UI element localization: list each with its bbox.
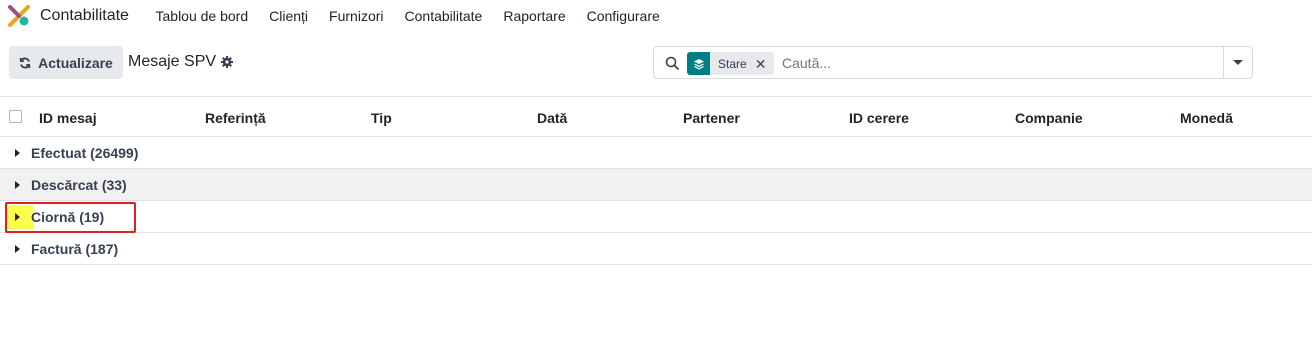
caret-right-icon bbox=[15, 149, 20, 157]
menu-item-configuration[interactable]: Configurare bbox=[576, 0, 670, 32]
search-bar: Stare ✕ bbox=[653, 46, 1253, 79]
group-row-draft[interactable]: Ciornă (19) bbox=[0, 201, 1312, 233]
group-row-downloaded[interactable]: Descărcat (33) bbox=[0, 169, 1312, 201]
group-label: Efectuat (26499) bbox=[31, 145, 139, 161]
layers-icon bbox=[687, 52, 710, 75]
caret-right-icon bbox=[15, 181, 20, 189]
menu-item-accounting[interactable]: Contabilitate bbox=[394, 0, 493, 32]
menu-item-dashboard[interactable]: Tablou de bord bbox=[145, 0, 259, 32]
column-header-date[interactable]: Dată bbox=[537, 110, 567, 126]
column-header-message-id[interactable]: ID mesaj bbox=[39, 110, 97, 126]
menu-item-vendors[interactable]: Furnizori bbox=[319, 0, 394, 32]
menu-item-reporting[interactable]: Raportare bbox=[493, 0, 576, 32]
column-header-reference[interactable]: Referință bbox=[205, 110, 266, 126]
control-panel: Actualizare Mesaje SPV Stare ✕ Caută... bbox=[0, 32, 1312, 96]
group-label: Factură (187) bbox=[31, 241, 119, 257]
column-header-partner[interactable]: Partener bbox=[683, 110, 740, 126]
column-header-currency[interactable]: Monedă bbox=[1180, 110, 1233, 126]
caret-right-icon bbox=[15, 245, 20, 253]
page-title: Mesaje SPV bbox=[128, 53, 217, 70]
message-list: ID mesaj Referință Tip Dată Partener ID … bbox=[0, 96, 1312, 265]
app-name[interactable]: Contabilitate bbox=[40, 7, 129, 25]
refresh-button[interactable]: Actualizare bbox=[9, 46, 123, 79]
search-facet: Stare ✕ bbox=[687, 52, 775, 75]
gear-icon[interactable] bbox=[221, 56, 233, 68]
refresh-icon bbox=[19, 57, 31, 68]
refresh-label: Actualizare bbox=[38, 54, 113, 71]
group-label: Descărcat (33) bbox=[31, 177, 127, 193]
top-navbar: Contabilitate Tablou de bord Clienți Fur… bbox=[0, 0, 1312, 32]
annotation-box bbox=[5, 202, 136, 233]
column-header-request-id[interactable]: ID cerere bbox=[849, 110, 909, 126]
facet-remove-icon[interactable]: ✕ bbox=[755, 57, 775, 71]
group-row-done[interactable]: Efectuat (26499) bbox=[0, 137, 1312, 169]
app-logo-icon[interactable] bbox=[8, 5, 30, 27]
column-header-company[interactable]: Companie bbox=[1015, 110, 1083, 126]
group-row-invoice[interactable]: Factură (187) bbox=[0, 233, 1312, 265]
facet-label: Stare bbox=[718, 56, 747, 71]
list-header: ID mesaj Referință Tip Dată Partener ID … bbox=[0, 96, 1312, 137]
search-icon[interactable] bbox=[665, 56, 679, 70]
column-header-type[interactable]: Tip bbox=[371, 110, 392, 126]
chevron-down-icon bbox=[1233, 60, 1243, 65]
select-all-checkbox[interactable] bbox=[9, 110, 22, 123]
search-input[interactable] bbox=[782, 53, 1212, 73]
menu-item-customers[interactable]: Clienți bbox=[259, 0, 319, 32]
search-options-toggle[interactable] bbox=[1223, 47, 1252, 78]
main-menu: Tablou de bord Clienți Furnizori Contabi… bbox=[145, 0, 670, 32]
